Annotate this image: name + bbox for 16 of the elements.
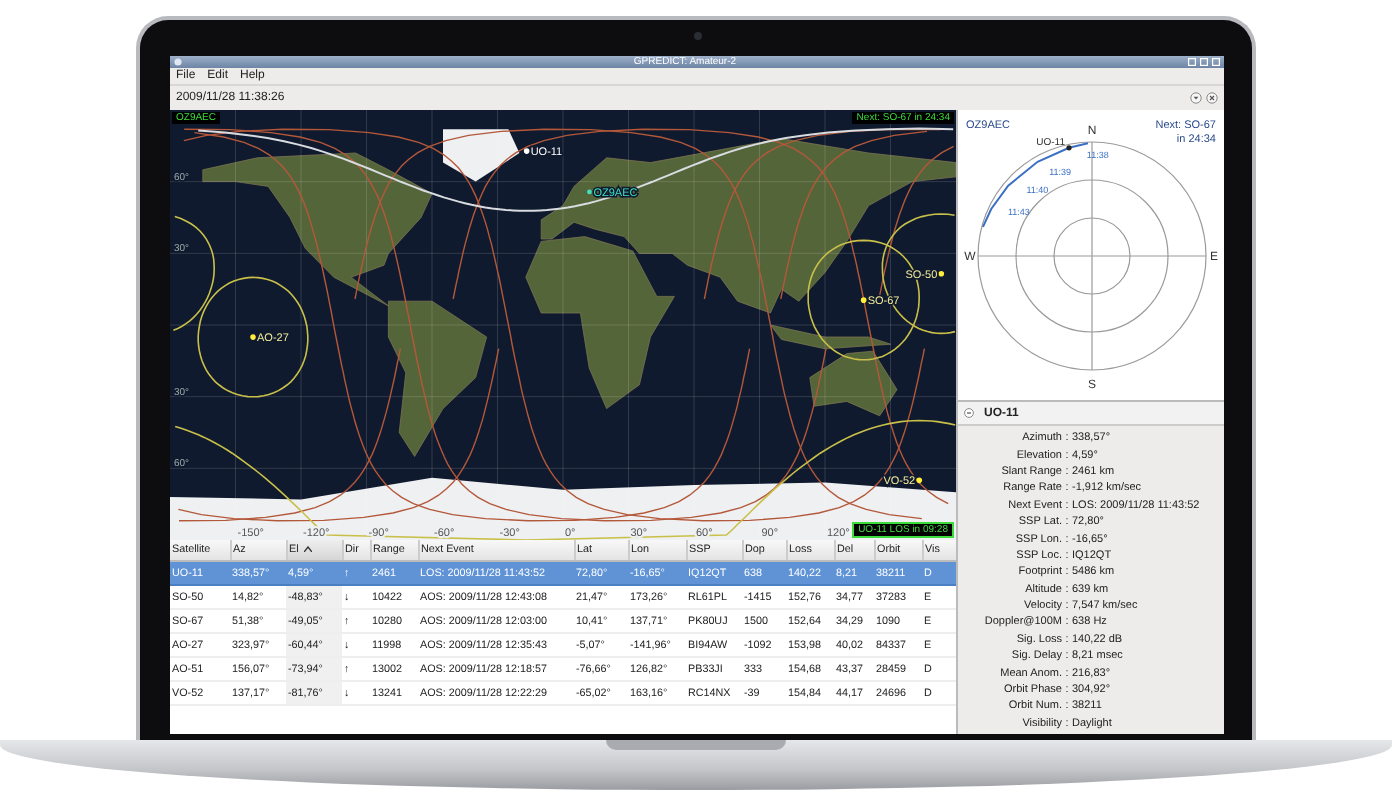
- pass-track: [982, 142, 1089, 228]
- camera-icon: [693, 32, 701, 40]
- maximize-icon[interactable]: [1200, 58, 1208, 66]
- minimize-icon[interactable]: [1188, 58, 1196, 66]
- satellite-marker: [250, 334, 256, 340]
- app-icon: [174, 58, 182, 66]
- satellite-marker: [1066, 145, 1072, 151]
- satellite-marker: [916, 477, 923, 484]
- satellite-marker: [523, 148, 530, 154]
- module-menu-icon[interactable]: [1190, 92, 1202, 104]
- collapse-icon[interactable]: [964, 408, 974, 418]
- satellite-marker: [938, 270, 945, 277]
- station-marker: [587, 189, 592, 195]
- satellite-marker: [860, 297, 867, 303]
- close-icon[interactable]: [1206, 92, 1218, 104]
- sort-caret-icon: [304, 546, 313, 553]
